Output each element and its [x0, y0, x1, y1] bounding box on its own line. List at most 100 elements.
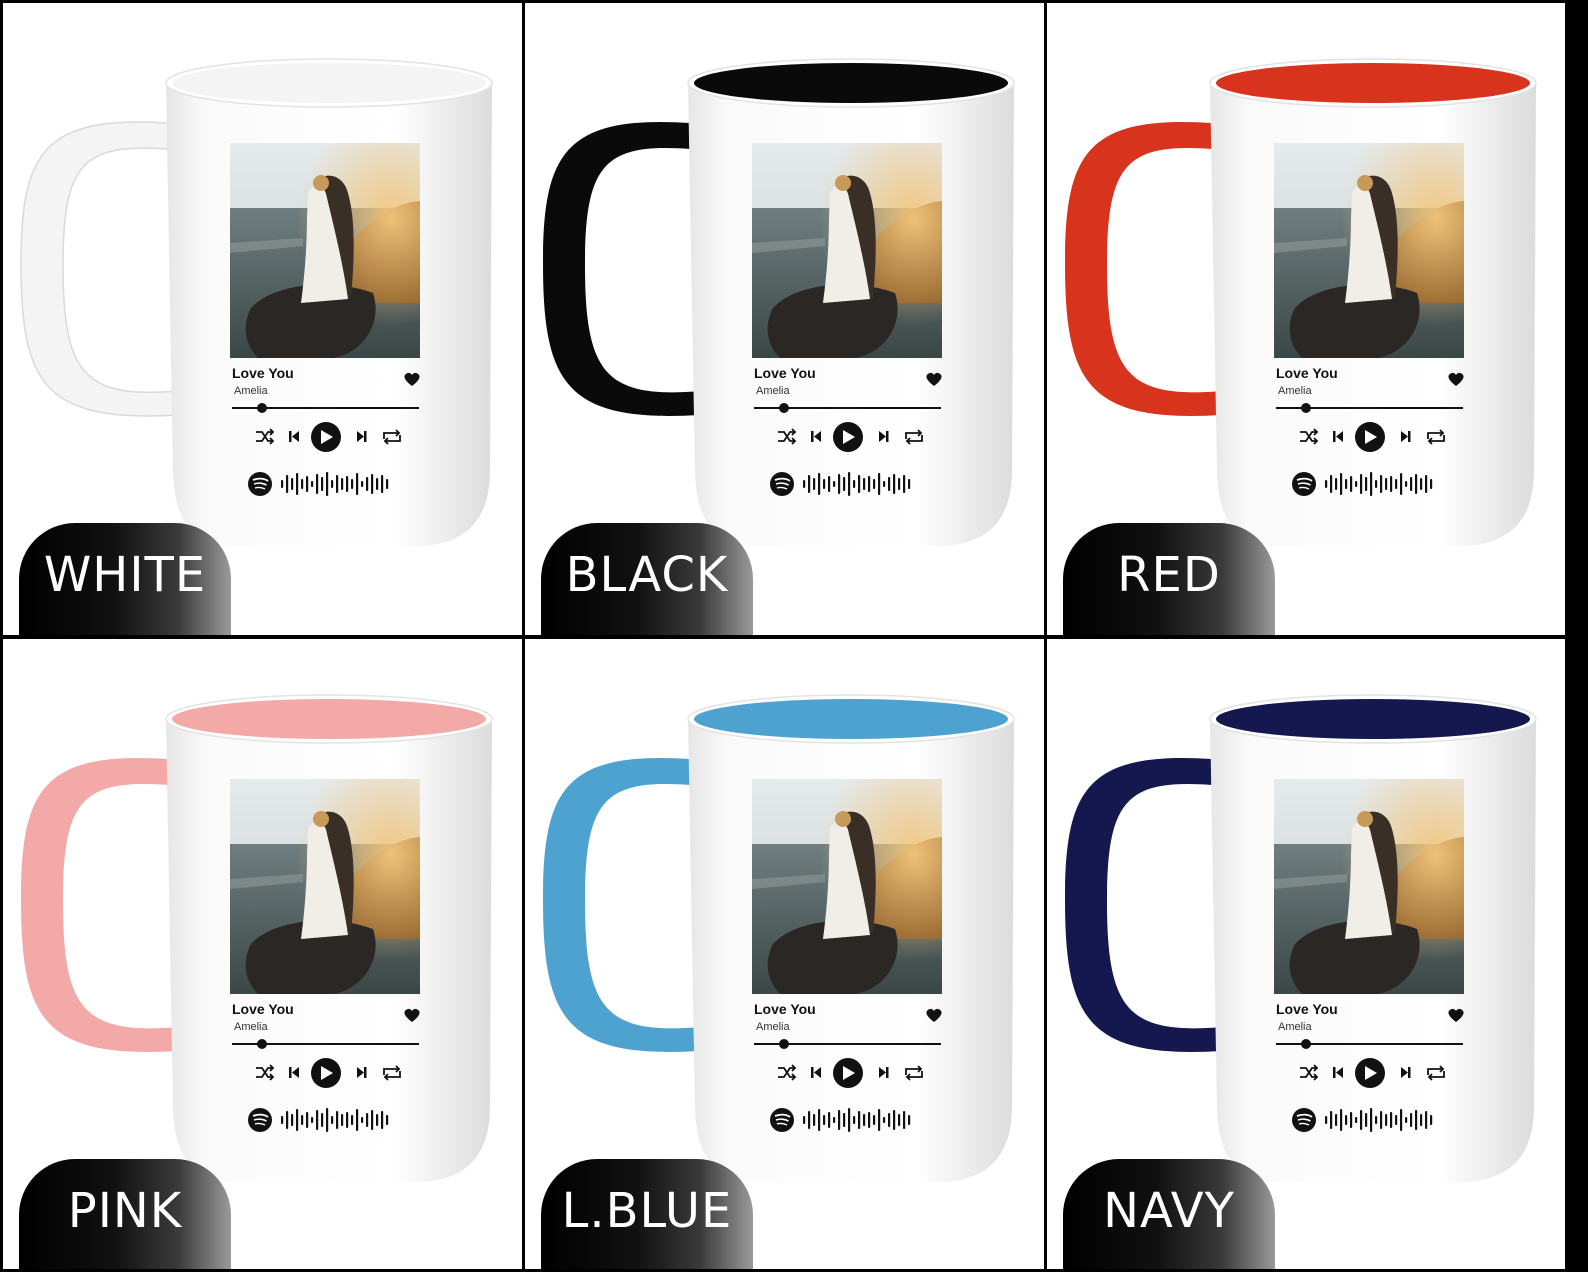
spotify-code-bar	[1365, 1113, 1368, 1127]
color-label-pill[interactable]: BLACK	[541, 523, 753, 635]
spotify-code-bar	[883, 481, 886, 487]
spotify-code-bar	[321, 1113, 324, 1127]
spotify-code-bar	[291, 478, 294, 490]
spotify-code-bar	[908, 479, 911, 489]
spotify-code-bar	[1325, 1116, 1328, 1124]
spotify-code-bar	[1430, 1115, 1433, 1125]
spotify-code-bar	[1410, 477, 1413, 491]
spotify-code-bar	[366, 1113, 369, 1127]
mug-option-red[interactable]: Love You Amelia RED	[1047, 3, 1565, 635]
spotify-code-bar	[1430, 479, 1433, 489]
spotify-code-bar	[888, 1113, 891, 1127]
spotify-code-bar	[883, 1117, 886, 1123]
mug-option-light-blue[interactable]: Love You Amelia L.BLUE	[525, 639, 1044, 1269]
spotify-code-bar	[376, 1114, 379, 1126]
spotify-code-bar	[843, 1113, 846, 1127]
color-label: L.BLUE	[561, 1183, 733, 1239]
spotify-code-bar	[823, 1115, 826, 1125]
play-icon	[833, 422, 863, 452]
spotify-code-bar	[316, 1110, 319, 1130]
spotify-code-bar	[1350, 1112, 1353, 1128]
spotify-code-bar	[371, 474, 374, 494]
spotify-icon	[770, 472, 794, 496]
spotify-icon	[248, 472, 272, 496]
spotify-code-bar	[1425, 1111, 1428, 1129]
play-icon	[311, 422, 341, 452]
spotify-code-bar	[321, 477, 324, 491]
mug-option-black[interactable]: Love You Amelia BLACK	[525, 3, 1044, 635]
couple-photo	[230, 143, 420, 358]
spotify-code-bar	[281, 480, 284, 488]
couple-photo	[1274, 143, 1464, 358]
spotify-code-bar	[838, 474, 841, 494]
song-artist: Amelia	[756, 385, 791, 397]
spotify-code-bar	[1420, 1114, 1423, 1126]
spotify-code-bar	[1330, 475, 1333, 493]
mug-option-white[interactable]: Love You Amelia WHITE	[3, 3, 522, 635]
spotify-code-bar	[1395, 1115, 1398, 1125]
spotify-code-bar	[873, 479, 876, 489]
spotify-code-bar	[868, 476, 871, 492]
spotify-code-bar	[336, 475, 339, 493]
song-artist: Amelia	[1278, 385, 1313, 397]
spotify-code-bar	[1325, 480, 1328, 488]
mug-option-navy[interactable]: Love You Amelia NAVY	[1047, 639, 1565, 1269]
spotify-code-bar	[1345, 479, 1348, 489]
play-icon	[1355, 1058, 1385, 1088]
spotify-code-bar	[346, 1112, 349, 1128]
spotify-code-bar	[1370, 472, 1373, 496]
spotify-code-bar	[838, 1110, 841, 1130]
spotify-code-bar	[833, 481, 836, 487]
color-label: NAVY	[1103, 1183, 1235, 1239]
spotify-code-bar	[853, 1116, 856, 1124]
spotify-code-bar	[853, 480, 856, 488]
spotify-code-bar	[818, 473, 821, 495]
color-label: WHITE	[43, 547, 207, 603]
spotify-code-bar	[341, 478, 344, 490]
spotify-code-bar	[1385, 478, 1388, 490]
spotify-code-bar	[386, 479, 389, 489]
spotify-code-bar	[863, 1114, 866, 1126]
couple-photo	[230, 779, 420, 994]
spotify-code-bar	[1360, 1110, 1363, 1130]
spotify-code-bar	[903, 475, 906, 493]
spotify-code-bar	[301, 479, 304, 489]
color-label-pill[interactable]: WHITE	[19, 523, 231, 635]
spotify-code-bar	[291, 1114, 294, 1126]
mug-handle	[543, 121, 700, 416]
progress-handle	[779, 1039, 789, 1049]
spotify-code-bar	[1340, 1109, 1343, 1131]
spotify-code-bar	[301, 1115, 304, 1125]
play-icon	[311, 1058, 341, 1088]
spotify-code-bar	[803, 480, 806, 488]
color-label-pill[interactable]: NAVY	[1063, 1159, 1275, 1269]
spotify-code-bar	[306, 476, 309, 492]
spotify-code-bar	[1380, 1111, 1383, 1129]
color-label-pill[interactable]: PINK	[19, 1159, 231, 1269]
color-label-pill[interactable]: L.BLUE	[541, 1159, 753, 1269]
mug-interior	[1216, 699, 1530, 739]
mug-handle	[20, 121, 179, 417]
spotify-code-bar	[1350, 476, 1353, 492]
song-artist: Amelia	[234, 385, 269, 397]
spotify-code-bar	[803, 1116, 806, 1124]
mug-handle	[21, 757, 178, 1052]
song-artist: Amelia	[234, 1021, 269, 1033]
color-label-pill[interactable]: RED	[1063, 523, 1275, 635]
mug-option-pink[interactable]: Love You Amelia PINK	[3, 639, 522, 1269]
spotify-code-bar	[356, 473, 359, 495]
spotify-code-bar	[371, 1110, 374, 1130]
spotify-code-bar	[331, 480, 334, 488]
song-title: Love You	[1276, 1001, 1338, 1017]
spotify-code-bar	[848, 1108, 851, 1132]
spotify-code-bar	[858, 475, 861, 493]
spotify-code-bar	[898, 1114, 901, 1126]
spotify-code-bar	[361, 481, 364, 487]
spotify-code-bar	[1335, 478, 1338, 490]
progress-handle	[257, 403, 267, 413]
spotify-code-bar	[893, 474, 896, 494]
spotify-code-bar	[1400, 1109, 1403, 1131]
song-title: Love You	[754, 1001, 816, 1017]
song-title: Love You	[1276, 365, 1338, 381]
song-artist: Amelia	[1278, 1021, 1313, 1033]
